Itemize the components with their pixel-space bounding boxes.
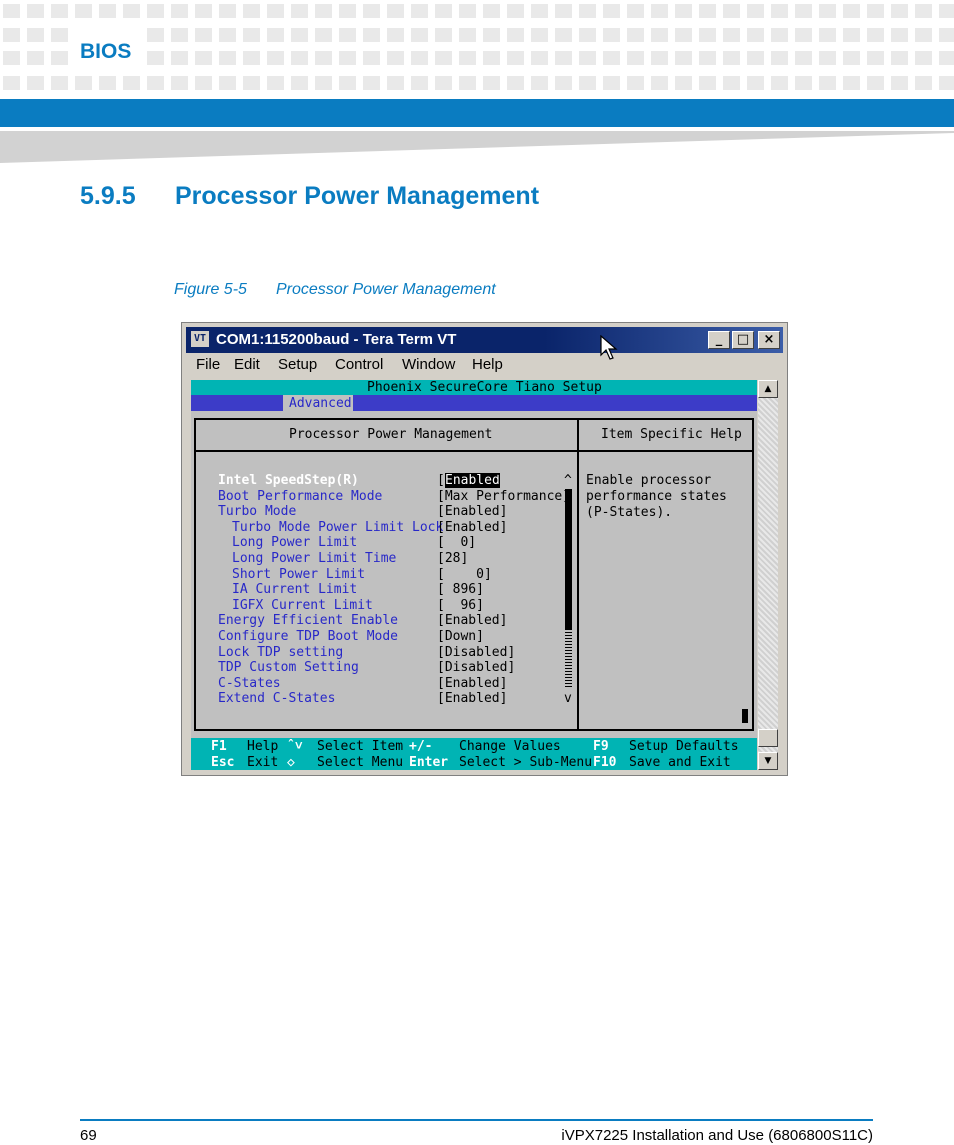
bios-item-label[interactable]: Intel SpeedStep(R) xyxy=(218,473,359,488)
terminal-screen[interactable]: Phoenix SecureCore Tiano Setup Advanced … xyxy=(191,380,757,770)
close-button[interactable]: × xyxy=(758,331,780,349)
bios-item-value[interactable]: [Enabled] xyxy=(437,520,507,535)
bios-item-value[interactable]: [Enabled] xyxy=(437,613,507,628)
key-description: Select > Sub-Menu xyxy=(459,754,593,770)
bios-item-value[interactable]: [Down] xyxy=(437,629,484,644)
bios-item-value[interactable]: [Disabled] xyxy=(437,660,515,675)
scroll-thumb[interactable] xyxy=(758,729,778,747)
bios-item-label[interactable]: Extend C-States xyxy=(218,691,335,706)
window-title: COM1:115200baud - Tera Term VT xyxy=(216,331,457,348)
help-line: (P-States). xyxy=(586,505,673,520)
panel-header-line xyxy=(196,450,752,452)
key-description: Exit xyxy=(247,754,279,770)
key-description: Save and Exit xyxy=(629,754,731,770)
key-name: F1 xyxy=(211,739,227,754)
key-name: ◇ xyxy=(287,754,295,770)
key-name: F9 xyxy=(593,739,609,754)
key-name: F10 xyxy=(593,754,617,770)
header-bar xyxy=(0,99,954,127)
bios-item-label[interactable]: TDP Custom Setting xyxy=(218,660,359,675)
bios-item-label[interactable]: Configure TDP Boot Mode xyxy=(218,629,398,644)
key-name: ˆ˅ xyxy=(287,739,303,754)
bios-item-label[interactable]: C-States xyxy=(218,676,281,691)
menu-bar: File Edit Setup Control Window Help xyxy=(186,354,783,376)
bios-item-value[interactable]: [ 0] xyxy=(437,535,476,550)
list-scroll-thumb[interactable] xyxy=(565,489,572,629)
bios-item-value[interactable]: [ 896] xyxy=(437,582,484,597)
bios-item-label[interactable]: Energy Efficient Enable xyxy=(218,613,398,628)
bios-item-value[interactable]: [Max Performance] xyxy=(437,489,570,504)
menu-setup[interactable]: Setup xyxy=(278,356,317,373)
bios-item-value[interactable]: [Enabled] xyxy=(437,691,507,706)
bios-item-value[interactable]: [Enabled] xyxy=(437,676,507,691)
bios-item-label[interactable]: Long Power Limit xyxy=(232,535,357,550)
list-scroll-bottom: v xyxy=(564,691,572,706)
bios-item-label[interactable]: Turbo Mode Power Limit Lock xyxy=(232,520,443,535)
mouse-pointer-icon xyxy=(600,335,618,360)
section-title: Processor Power Management xyxy=(175,182,540,210)
header-wedge xyxy=(0,131,954,163)
figure-label: Figure 5-5 xyxy=(174,281,247,298)
bios-item-value[interactable]: [ 96] xyxy=(437,598,484,613)
bios-setup-title: Phoenix SecureCore Tiano Setup xyxy=(367,380,602,395)
key-name: Esc xyxy=(211,754,235,770)
menu-edit[interactable]: Edit xyxy=(234,356,260,373)
bios-item-value[interactable]: [Disabled] xyxy=(437,645,515,660)
footer-rule xyxy=(80,1119,873,1121)
bios-item-label[interactable]: Long Power Limit Time xyxy=(232,551,396,566)
bios-item-label[interactable]: Turbo Mode xyxy=(218,504,296,519)
bios-item-label[interactable]: IA Current Limit xyxy=(232,582,357,597)
bios-item-value[interactable]: [ 0] xyxy=(437,567,492,582)
bios-item-value[interactable]: [Enabled] xyxy=(437,504,507,519)
document-title: iVPX7225 Installation and Use (6806800S1… xyxy=(561,1127,873,1144)
list-scroll-top: ^ xyxy=(564,473,572,488)
app-icon: VT xyxy=(191,331,209,347)
bios-item-label[interactable]: Lock TDP setting xyxy=(218,645,343,660)
bios-item-label[interactable]: Short Power Limit xyxy=(232,567,365,582)
text-cursor xyxy=(742,709,748,723)
maximize-button[interactable]: □ xyxy=(732,331,754,349)
section-number: 5.9.5 xyxy=(80,182,136,210)
terminal-window: VT COM1:115200baud - Tera Term VT _ □ × … xyxy=(181,322,788,776)
header-pattern xyxy=(0,0,954,96)
menu-help[interactable]: Help xyxy=(472,356,503,373)
bios-tab-bar xyxy=(191,395,757,411)
key-description: Change Values xyxy=(459,739,561,754)
scroll-down-button[interactable]: ▼ xyxy=(758,752,778,770)
chapter-label: BIOS xyxy=(80,40,132,63)
menu-window[interactable]: Window xyxy=(402,356,455,373)
key-description: Select Menu xyxy=(317,754,404,770)
tab-advanced[interactable]: Advanced xyxy=(289,396,352,411)
bios-item-label[interactable]: Boot Performance Mode xyxy=(218,489,382,504)
help-line: performance states xyxy=(586,489,727,504)
bios-item-label[interactable]: IGFX Current Limit xyxy=(232,598,373,613)
key-name: Enter xyxy=(409,754,449,770)
panel-divider xyxy=(577,420,579,729)
menu-file[interactable]: File xyxy=(196,356,220,373)
window-titlebar[interactable]: VT COM1:115200baud - Tera Term VT _ □ × xyxy=(186,327,783,353)
menu-control[interactable]: Control xyxy=(335,356,383,373)
key-description: Setup Defaults xyxy=(629,739,739,754)
panel-title: Processor Power Management xyxy=(289,427,493,442)
figure-caption: Processor Power Management xyxy=(276,281,496,298)
window-scrollbar[interactable]: ▲ ▼ xyxy=(758,380,778,770)
bios-item-bracket: [ xyxy=(437,473,445,488)
key-name: +/- xyxy=(409,739,433,754)
help-line: Enable processor xyxy=(586,473,712,488)
bios-item-value[interactable]: [28] xyxy=(437,551,468,566)
bios-item-bracket: ] xyxy=(495,473,503,488)
list-scroll-track xyxy=(565,629,572,689)
key-description: Select Item xyxy=(317,739,404,754)
page-number: 69 xyxy=(80,1127,97,1144)
scroll-up-button[interactable]: ▲ xyxy=(758,380,778,398)
help-title: Item Specific Help xyxy=(601,427,742,442)
bios-item-value-selected[interactable]: Enabled xyxy=(445,473,500,488)
minimize-button[interactable]: _ xyxy=(708,331,730,349)
key-description: Help xyxy=(247,739,279,754)
